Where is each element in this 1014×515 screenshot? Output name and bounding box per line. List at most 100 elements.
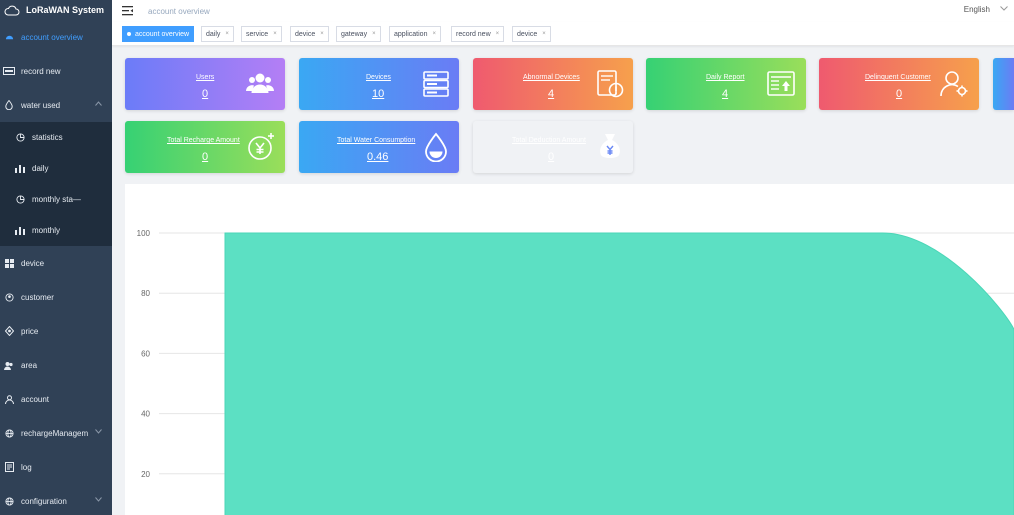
card-devices[interactable]: Devices 10	[299, 58, 459, 110]
close-icon[interactable]: ×	[542, 31, 546, 37]
top-navbar: account overview English	[112, 0, 1014, 22]
cloud-icon	[4, 5, 20, 15]
sidebar-item-label: customer	[21, 292, 54, 302]
card-value: 4	[548, 88, 555, 100]
record-icon	[3, 65, 15, 77]
report-icon	[767, 71, 795, 96]
card-title: Daily Report	[706, 74, 745, 81]
sidebar-item-customer[interactable]: customer	[0, 280, 112, 314]
water-drop-icon	[3, 99, 15, 111]
area-chart: 100 80 60 40 20	[137, 229, 1014, 515]
close-icon[interactable]: ×	[496, 31, 500, 37]
sidebar-item-account[interactable]: account	[0, 382, 112, 416]
card-value: 0	[202, 151, 209, 163]
tag-label: account overview	[135, 30, 190, 38]
tag-record-new[interactable]: record new ×	[451, 26, 505, 42]
sidebar-item-label: water used	[21, 100, 61, 110]
tag-daily[interactable]: daily ×	[201, 26, 234, 42]
tag-application[interactable]: application ×	[389, 26, 441, 42]
tag-account-overview[interactable]: account overview	[122, 26, 195, 42]
area-icon	[3, 359, 15, 371]
y-tick-label: 40	[141, 410, 150, 419]
pie-icon	[14, 132, 26, 144]
sidebar-subitem-monthly-statistics[interactable]: monthly sta—	[0, 184, 112, 215]
app-title: LoRaWAN System	[26, 5, 105, 15]
yen-plus-icon	[248, 133, 274, 160]
language-select[interactable]: English	[964, 5, 990, 14]
y-tick-label: 60	[141, 349, 150, 358]
users-icon	[246, 73, 274, 93]
active-dot-icon	[127, 32, 131, 36]
sidebar-item-area[interactable]: area	[0, 348, 112, 382]
sidebar-item-account-overview[interactable]: account overview	[0, 20, 112, 54]
sidebar-item-label: account	[21, 394, 50, 404]
dashboard-icon	[3, 31, 15, 43]
sidebar-item-recharge-management[interactable]: rechargeManagem	[0, 416, 112, 450]
sidebar-subitem-label: monthly sta—	[32, 195, 81, 204]
tag-label: device	[295, 30, 316, 38]
globe-icon	[3, 495, 15, 507]
chevron-down-icon[interactable]	[1000, 6, 1008, 11]
chart-icon	[14, 225, 26, 237]
tag-service[interactable]: service ×	[241, 26, 282, 42]
y-tick-label: 20	[141, 470, 150, 479]
card-delinquent-customer[interactable]: Delinquent Customer 0	[819, 58, 979, 110]
user-setting-icon	[940, 71, 968, 97]
close-icon[interactable]: ×	[372, 31, 376, 37]
sidebar-subitem-label: monthly	[32, 226, 61, 235]
brand: LoRaWAN System	[0, 0, 112, 20]
tag-device-2[interactable]: device ×	[512, 26, 551, 42]
user-icon	[3, 291, 15, 303]
breadcrumb[interactable]: account overview	[148, 7, 210, 16]
card-title: Devices	[366, 74, 391, 81]
card-total-recharge-amount[interactable]: Total Recharge Amount 0	[125, 121, 285, 173]
sidebar-item-configuration[interactable]: configuration	[0, 484, 112, 515]
sidebar-item-record-new[interactable]: record new	[0, 54, 112, 88]
card-value: 0	[548, 151, 555, 163]
close-icon[interactable]: ×	[225, 31, 229, 37]
sidebar-subitem-daily[interactable]: daily	[0, 153, 112, 184]
chart-icon	[14, 163, 26, 175]
card-daily-report[interactable]: Daily Report 4	[646, 58, 806, 110]
globe-icon	[3, 427, 15, 439]
card-total-deduction-amount[interactable]: Total Deduction Amount 0	[473, 121, 633, 173]
y-tick-label: 100	[137, 229, 151, 238]
sidebar-item-device[interactable]: device	[0, 246, 112, 280]
sidebar-item-label: account overview	[21, 32, 83, 42]
close-icon[interactable]: ×	[432, 31, 436, 37]
tag-label: application	[394, 30, 428, 38]
chevron-down-icon	[95, 497, 102, 502]
card-title: Total Water Consumption	[337, 137, 416, 144]
account-icon	[3, 393, 15, 405]
tag-device[interactable]: device ×	[290, 26, 329, 42]
sidebar-item-label: record new	[21, 66, 61, 76]
tag-gateway[interactable]: gateway ×	[336, 26, 381, 42]
sidebar-subitem-statistics[interactable]: statistics	[0, 122, 112, 153]
card-partial[interactable]	[993, 58, 1014, 110]
card-users[interactable]: Users 0	[125, 58, 285, 110]
hamburger-icon[interactable]	[122, 5, 134, 17]
sidebar-subitem-label: statistics	[32, 133, 63, 142]
sidebar-item-label: device	[21, 258, 45, 268]
card-title: Total Deduction Amount	[512, 137, 586, 144]
sidebar-item-label: log	[21, 462, 32, 472]
card-total-water-consumption[interactable]: Total Water Consumption 0.46	[299, 121, 459, 173]
water-drop-icon	[425, 132, 447, 162]
alert-device-icon	[597, 70, 624, 98]
close-icon[interactable]: ×	[320, 31, 324, 37]
money-bag-icon	[600, 134, 620, 158]
tag-label: device	[517, 30, 538, 38]
sidebar-item-water-used[interactable]: water used	[0, 88, 112, 122]
tag-label: service	[246, 30, 269, 38]
card-value: 4	[722, 88, 729, 100]
sidebar-subitem-monthly[interactable]: monthly	[0, 215, 112, 246]
grid-icon	[3, 257, 15, 269]
sidebar-item-label: area	[21, 360, 38, 370]
close-icon[interactable]: ×	[273, 31, 277, 37]
card-value: 0	[202, 88, 209, 100]
sidebar-item-label: configuration	[21, 496, 67, 506]
card-abnormal-devices[interactable]: Abnormal Devices 4	[473, 58, 633, 110]
sidebar-item-log[interactable]: log	[0, 450, 112, 484]
pie-icon	[14, 194, 26, 206]
sidebar-item-price[interactable]: price	[0, 314, 112, 348]
